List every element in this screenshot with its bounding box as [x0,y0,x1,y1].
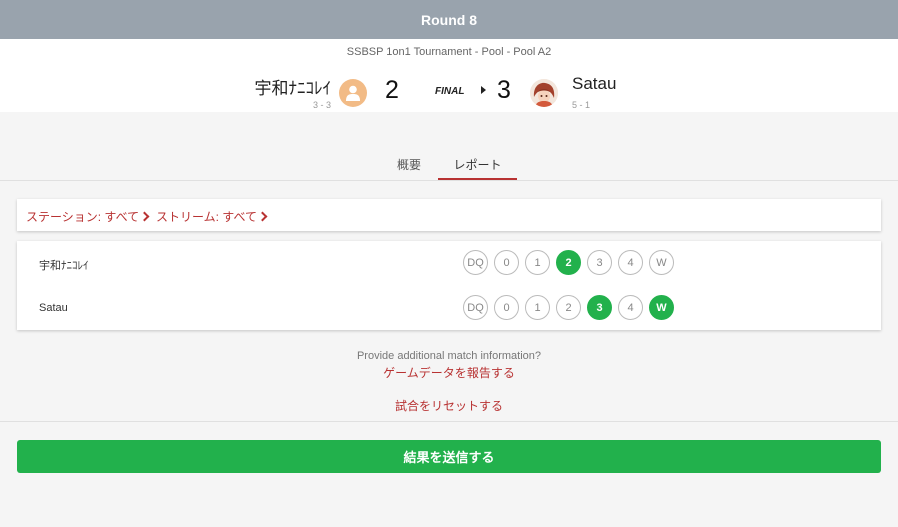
score-option-w[interactable]: W [649,295,674,320]
tournament-subtitle: SSBSP 1on1 Tournament - Pool - Pool A2 [346,46,552,58]
character-portrait-icon [530,79,558,107]
score-report-card: 宇和ﾅﾆｺﾚｲ DQ 0 1 2 3 4 W Satau DQ 0 1 2 3 4 W [17,241,881,330]
player1-name: 宇和ﾅﾆｺﾚｲ [254,79,332,98]
winner-arrow-icon [481,86,486,94]
player1-record: 3 - 3 [312,100,331,110]
player2-record: 5 - 1 [572,100,591,110]
score-option-3[interactable]: 3 [587,295,612,320]
player1-row-name: 宇和ﾅﾆｺﾚｲ [39,260,89,272]
score-option-0[interactable]: 0 [494,295,519,320]
score-option-4[interactable]: 4 [618,250,643,275]
reset-match-link[interactable]: 試合をリセットする [0,397,898,414]
player2-name: Satau [572,74,617,93]
score-option-0[interactable]: 0 [494,250,519,275]
score-option-2[interactable]: 2 [556,250,581,275]
tab-divider [0,180,898,181]
score-option-dq[interactable]: DQ [463,295,488,320]
stream-filter[interactable]: ストリーム: すべて [156,208,268,225]
score-option-dq[interactable]: DQ [463,250,488,275]
score-option-w[interactable]: W [649,250,674,275]
player2-score: 3 [497,76,511,104]
player1-avatar [339,79,367,107]
report-game-data-link[interactable]: ゲームデータを報告する [0,364,898,381]
player2-score-row: Satau DQ 0 1 2 3 4 W [17,286,881,330]
filter-bar: ステーション: すべて ストリーム: すべて [17,199,881,231]
player2-avatar [530,79,558,107]
chevron-right-icon [257,211,268,222]
score-option-4[interactable]: 4 [618,295,643,320]
station-filter[interactable]: ステーション: すべて [26,208,150,225]
round-title: Round 8 [421,11,477,28]
match-status: FINAL [435,86,465,97]
chevron-right-icon [139,211,150,222]
submit-results-button[interactable]: 結果を送信する [17,440,881,473]
match-header: SSBSP 1on1 Tournament - Pool - Pool A2 宇… [0,39,898,112]
score-option-1[interactable]: 1 [525,250,550,275]
round-title-bar: Round 8 [0,0,898,39]
score-option-2[interactable]: 2 [556,295,581,320]
user-icon [346,85,360,101]
tab-overview[interactable]: 概要 [385,150,433,178]
station-filter-label: ステーション: すべて [26,210,140,224]
additional-info-text: Provide additional match information? [356,350,542,362]
player1-score-options: DQ 0 1 2 3 4 W [463,250,680,275]
score-option-1[interactable]: 1 [525,295,550,320]
tab-bar: 概要 レポート [0,150,898,180]
stream-filter-label: ストリーム: すべて [156,210,257,224]
score-option-3[interactable]: 3 [587,250,612,275]
footer-divider [0,421,898,422]
player2-row-name: Satau [39,302,68,314]
player1-score: 2 [385,76,399,104]
tab-report[interactable]: レポート [438,150,517,180]
player1-score-row: 宇和ﾅﾆｺﾚｲ DQ 0 1 2 3 4 W [17,241,881,285]
player2-score-options: DQ 0 1 2 3 4 W [463,295,680,320]
